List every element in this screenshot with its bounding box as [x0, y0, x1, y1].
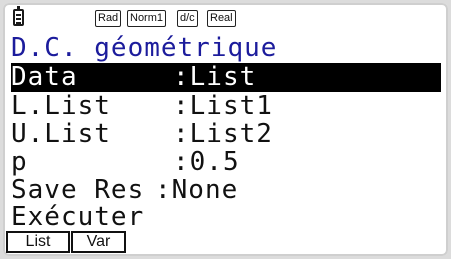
row-separator: :	[173, 147, 190, 177]
row-value: 0.5	[189, 147, 240, 177]
row-separator: :	[173, 91, 190, 121]
f2-var-button[interactable]: Var	[71, 231, 126, 253]
row-label: L.List	[11, 91, 111, 121]
calculator-bezel: Rad Norm1 d/c Real D.C. géométrique Data…	[0, 0, 451, 259]
row-data[interactable]: Data:List	[11, 63, 441, 92]
row-value: List2	[189, 119, 273, 149]
row-save-res[interactable]: Save Res:None	[11, 176, 441, 205]
battery-icon	[13, 6, 24, 26]
fraction-mode-indicator: d/c	[177, 10, 198, 27]
row-value: List1	[189, 91, 273, 121]
row-label: Save Res	[11, 175, 145, 205]
row-l-list[interactable]: L.List:List1	[11, 92, 441, 121]
screen-title: D.C. géométrique	[11, 33, 278, 63]
row-label: Data	[11, 62, 78, 92]
execute-item[interactable]: Exécuter	[11, 203, 441, 232]
calculator-screen: Rad Norm1 d/c Real D.C. géométrique Data…	[3, 3, 448, 256]
row-u-list[interactable]: U.List:List2	[11, 120, 441, 149]
row-separator: :	[173, 62, 190, 92]
row-value: List	[189, 62, 257, 92]
display-mode-indicator: Norm1	[127, 10, 167, 27]
row-label: U.List	[11, 119, 111, 149]
row-separator: :	[155, 175, 172, 205]
f1-list-button[interactable]: List	[6, 231, 70, 253]
complex-mode-indicator: Real	[207, 10, 236, 27]
row-p[interactable]: p:0.5	[11, 148, 441, 177]
row-separator: :	[173, 119, 190, 149]
row-label: p	[11, 147, 28, 177]
status-bar: Rad Norm1 d/c Real	[11, 6, 441, 30]
angle-mode-indicator: Rad	[95, 10, 122, 27]
row-value: None	[171, 175, 239, 205]
